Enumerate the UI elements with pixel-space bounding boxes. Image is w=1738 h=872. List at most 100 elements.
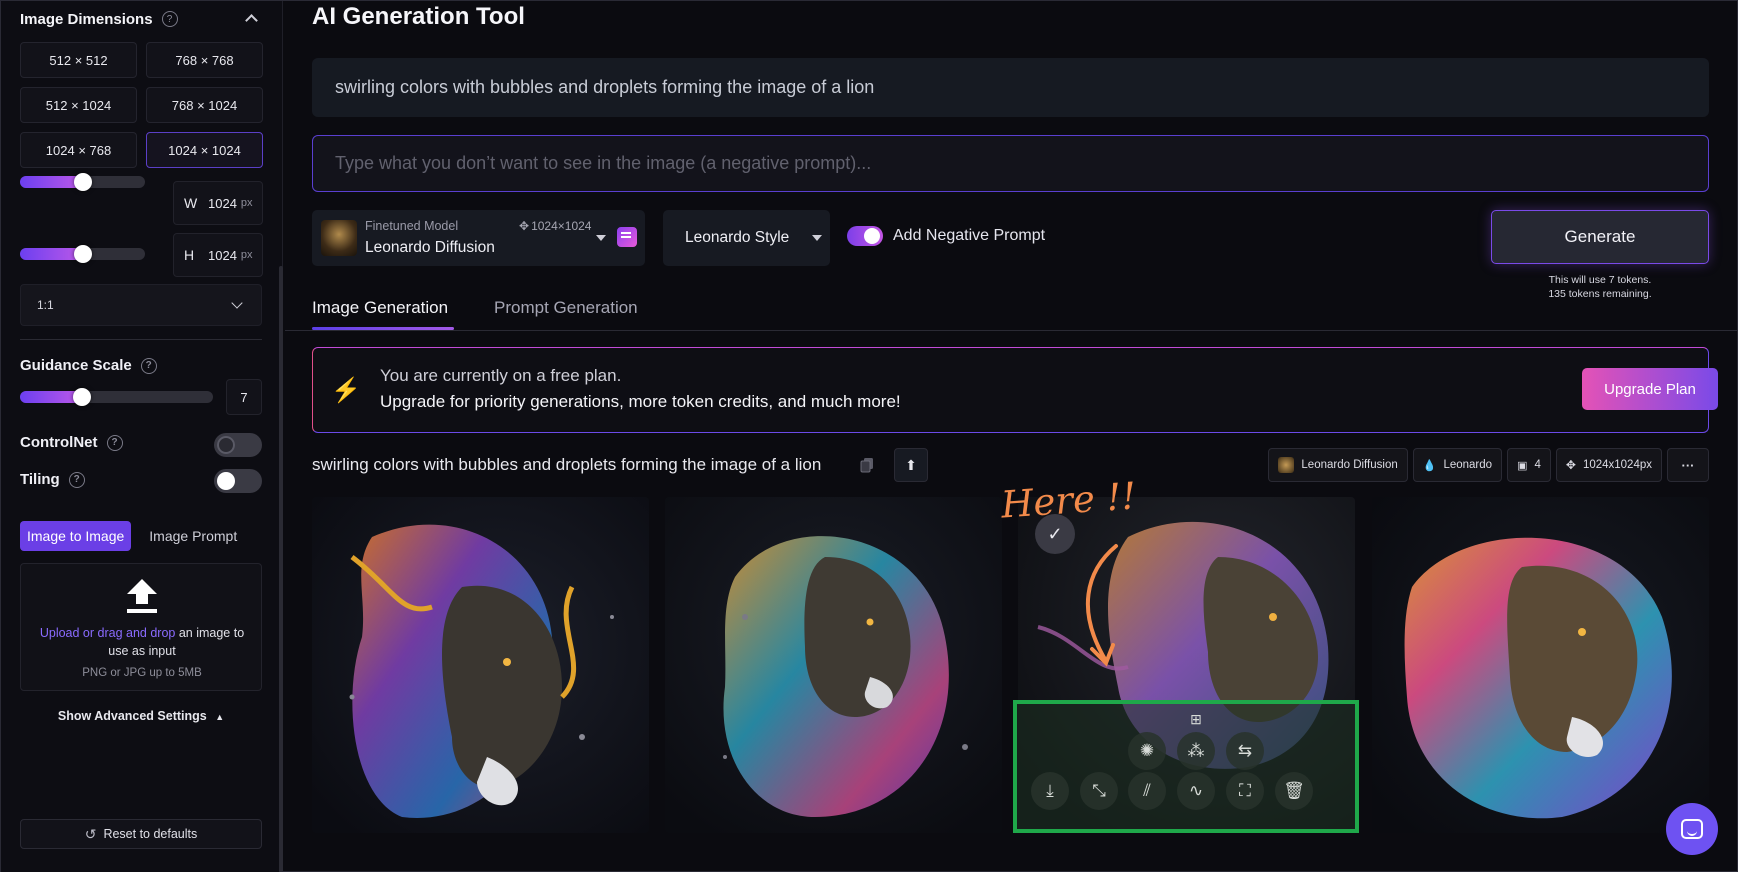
page-title: AI Generation Tool xyxy=(312,3,525,30)
image-dimensions-title: Image Dimensions xyxy=(20,10,153,28)
aspect-ratio-select[interactable]: 1:1 xyxy=(20,284,262,326)
upscale-icon[interactable]: ⤡ xyxy=(1080,772,1118,810)
help-icon[interactable]: ? xyxy=(140,357,157,374)
width-slider[interactable] xyxy=(20,173,145,191)
trash-icon[interactable]: 🗑 xyxy=(1275,772,1313,810)
preset-512x1024[interactable]: 512 × 1024 xyxy=(20,87,137,123)
dimension-presets: 512 × 512 768 × 768 512 × 1024 768 × 102… xyxy=(20,42,263,168)
help-icon[interactable]: ? xyxy=(68,471,85,488)
lion-image xyxy=(312,497,649,833)
caret-up-icon: ▲ xyxy=(215,712,225,722)
texture-icon[interactable]: ⫽ xyxy=(1128,772,1166,810)
width-label: W xyxy=(184,195,198,211)
tiling-toggle[interactable] xyxy=(214,469,262,493)
chip-size[interactable]: ✥ 1024x1024px xyxy=(1555,448,1662,482)
chat-support-button[interactable] xyxy=(1666,803,1718,855)
download-icon[interactable]: ⤓ xyxy=(1031,772,1069,810)
free-plan-banner: ⚡ You are currently on a free plan. Upgr… xyxy=(312,347,1718,433)
chip-style[interactable]: 💧 Leonardo xyxy=(1412,448,1503,482)
settings-sidebar: Image Dimensions ? 512 × 512 768 × 768 5… xyxy=(1,1,283,872)
help-icon[interactable]: ? xyxy=(161,11,178,27)
token-cost: This will use 7 tokens. xyxy=(1548,274,1652,286)
preset-768x768[interactable]: 768 × 768 xyxy=(146,42,263,78)
show-advanced-settings-button[interactable]: Show Advanced Settings ▲ xyxy=(20,709,262,723)
chip-size-label: 1024x1024px xyxy=(1582,459,1652,471)
image-gallery: ✓ xyxy=(312,497,1709,833)
height-label: H xyxy=(184,247,195,263)
preset-768x1024[interactable]: 768 × 1024 xyxy=(146,87,263,123)
tab-image-to-image[interactable]: Image to Image xyxy=(20,521,132,551)
crop-icon[interactable]: ⛶ xyxy=(1226,772,1264,810)
negative-prompt-input[interactable]: Type what you don’t want to see in the i… xyxy=(312,135,1709,192)
negative-prompt-label: Add Negative Prompt xyxy=(893,227,1046,244)
generation-meta-chips: Leonardo Diffusion 💧 Leonardo ▣ 4 ✥ 1024… xyxy=(1268,448,1709,482)
app-window: Image Dimensions ? 512 × 512 768 × 768 5… xyxy=(0,0,1738,872)
lion-image xyxy=(665,497,1002,833)
copy-icon[interactable] xyxy=(860,457,874,473)
sidebar-scrollbar[interactable] xyxy=(279,266,283,872)
generate-button[interactable]: Generate xyxy=(1491,210,1709,264)
swap-icon[interactable]: ⇆ xyxy=(1226,732,1264,770)
preset-512x512[interactable]: 512 × 512 xyxy=(20,42,137,78)
slider-thumb[interactable] xyxy=(73,388,91,406)
upload-format-note: PNG or JPG up to 5MB xyxy=(82,667,202,679)
guidance-scale-label: Guidance Scale xyxy=(20,357,132,374)
nodes-icon[interactable]: ⁂ xyxy=(1177,732,1215,770)
model-select[interactable]: Finetuned Model Leonardo Diffusion ✥ 1024… xyxy=(312,210,645,266)
chip-style-label: Leonardo xyxy=(1443,459,1493,471)
images-icon: ▣ xyxy=(1517,459,1528,472)
tab-image-generation[interactable]: Image Generation xyxy=(312,298,448,318)
banner-line-2: Upgrade for priority generations, more t… xyxy=(380,392,901,411)
chip-count-label: 4 xyxy=(1534,459,1541,471)
prompt-input[interactable]: swirling colors with bubbles and droplet… xyxy=(312,58,1709,117)
height-unit: px xyxy=(240,249,253,261)
model-thumbnail xyxy=(321,220,357,256)
width-value[interactable]: 1024 xyxy=(208,196,237,211)
image-dimensions-header[interactable]: Image Dimensions ? xyxy=(20,7,260,31)
reset-label: Reset to defaults xyxy=(103,827,198,841)
image-upload-dropzone[interactable]: Upload or drag and drop an image to use … xyxy=(20,563,262,691)
preset-1024x1024[interactable]: 1024 × 1024 xyxy=(146,132,263,168)
sparkle-icon[interactable]: ✺ xyxy=(1128,732,1166,770)
height-field[interactable]: H 1024 px xyxy=(173,233,263,277)
tab-prompt-generation[interactable]: Prompt Generation xyxy=(494,298,638,318)
guidance-scale-value[interactable]: 7 xyxy=(226,379,262,415)
tab-image-prompt[interactable]: Image Prompt xyxy=(142,521,244,551)
generated-image[interactable] xyxy=(665,497,1002,833)
scroll-up-button[interactable]: ⬆ xyxy=(894,448,928,482)
controlnet-toggle[interactable] xyxy=(214,433,262,457)
main-panel: AI Generation Tool swirling colors with … xyxy=(285,1,1738,872)
chevron-up-icon[interactable] xyxy=(245,14,258,27)
chip-model[interactable]: Leonardo Diffusion xyxy=(1268,448,1408,482)
model-badge-icon xyxy=(617,227,637,247)
more-options-button[interactable]: ··· xyxy=(1667,448,1709,482)
reset-icon: ↺ xyxy=(84,825,97,842)
chip-count[interactable]: ▣ 4 xyxy=(1507,448,1551,482)
lightning-icon: ⚡ xyxy=(331,377,361,404)
style-select[interactable]: Leonardo Style xyxy=(663,210,830,266)
divider xyxy=(20,339,262,340)
generation-header: swirling colors with bubbles and droplet… xyxy=(312,448,1709,482)
slider-thumb[interactable] xyxy=(74,245,92,263)
generated-image[interactable] xyxy=(1372,497,1709,833)
generated-image[interactable] xyxy=(312,497,649,833)
input-mode-tabs: Image to Image Image Prompt xyxy=(20,520,265,552)
banner-line-1: You are currently on a free plan. xyxy=(380,366,622,385)
wave-icon[interactable]: ∿ xyxy=(1177,772,1215,810)
height-slider[interactable] xyxy=(20,245,145,263)
tiling-label: Tiling xyxy=(20,471,60,488)
advanced-label: Show Advanced Settings xyxy=(57,709,207,723)
preset-1024x768[interactable]: 1024 × 768 xyxy=(20,132,137,168)
model-kind: Finetuned Model xyxy=(365,219,459,233)
width-field[interactable]: W 1024 px xyxy=(173,181,263,225)
guidance-scale-slider[interactable] xyxy=(20,388,213,406)
slider-thumb[interactable] xyxy=(74,173,92,191)
negative-prompt-toggle[interactable] xyxy=(847,226,883,246)
upload-instructions: Upload or drag and drop an image to use … xyxy=(31,624,253,660)
negative-prompt-toggle-row: Add Negative Prompt xyxy=(847,226,1045,246)
upgrade-plan-button[interactable]: Upgrade Plan xyxy=(1582,368,1718,410)
height-value[interactable]: 1024 xyxy=(208,248,237,263)
upload-link[interactable]: Upload or drag and drop xyxy=(40,626,176,640)
help-icon[interactable]: ? xyxy=(106,434,123,451)
reset-defaults-button[interactable]: ↺ Reset to defaults xyxy=(20,819,262,849)
